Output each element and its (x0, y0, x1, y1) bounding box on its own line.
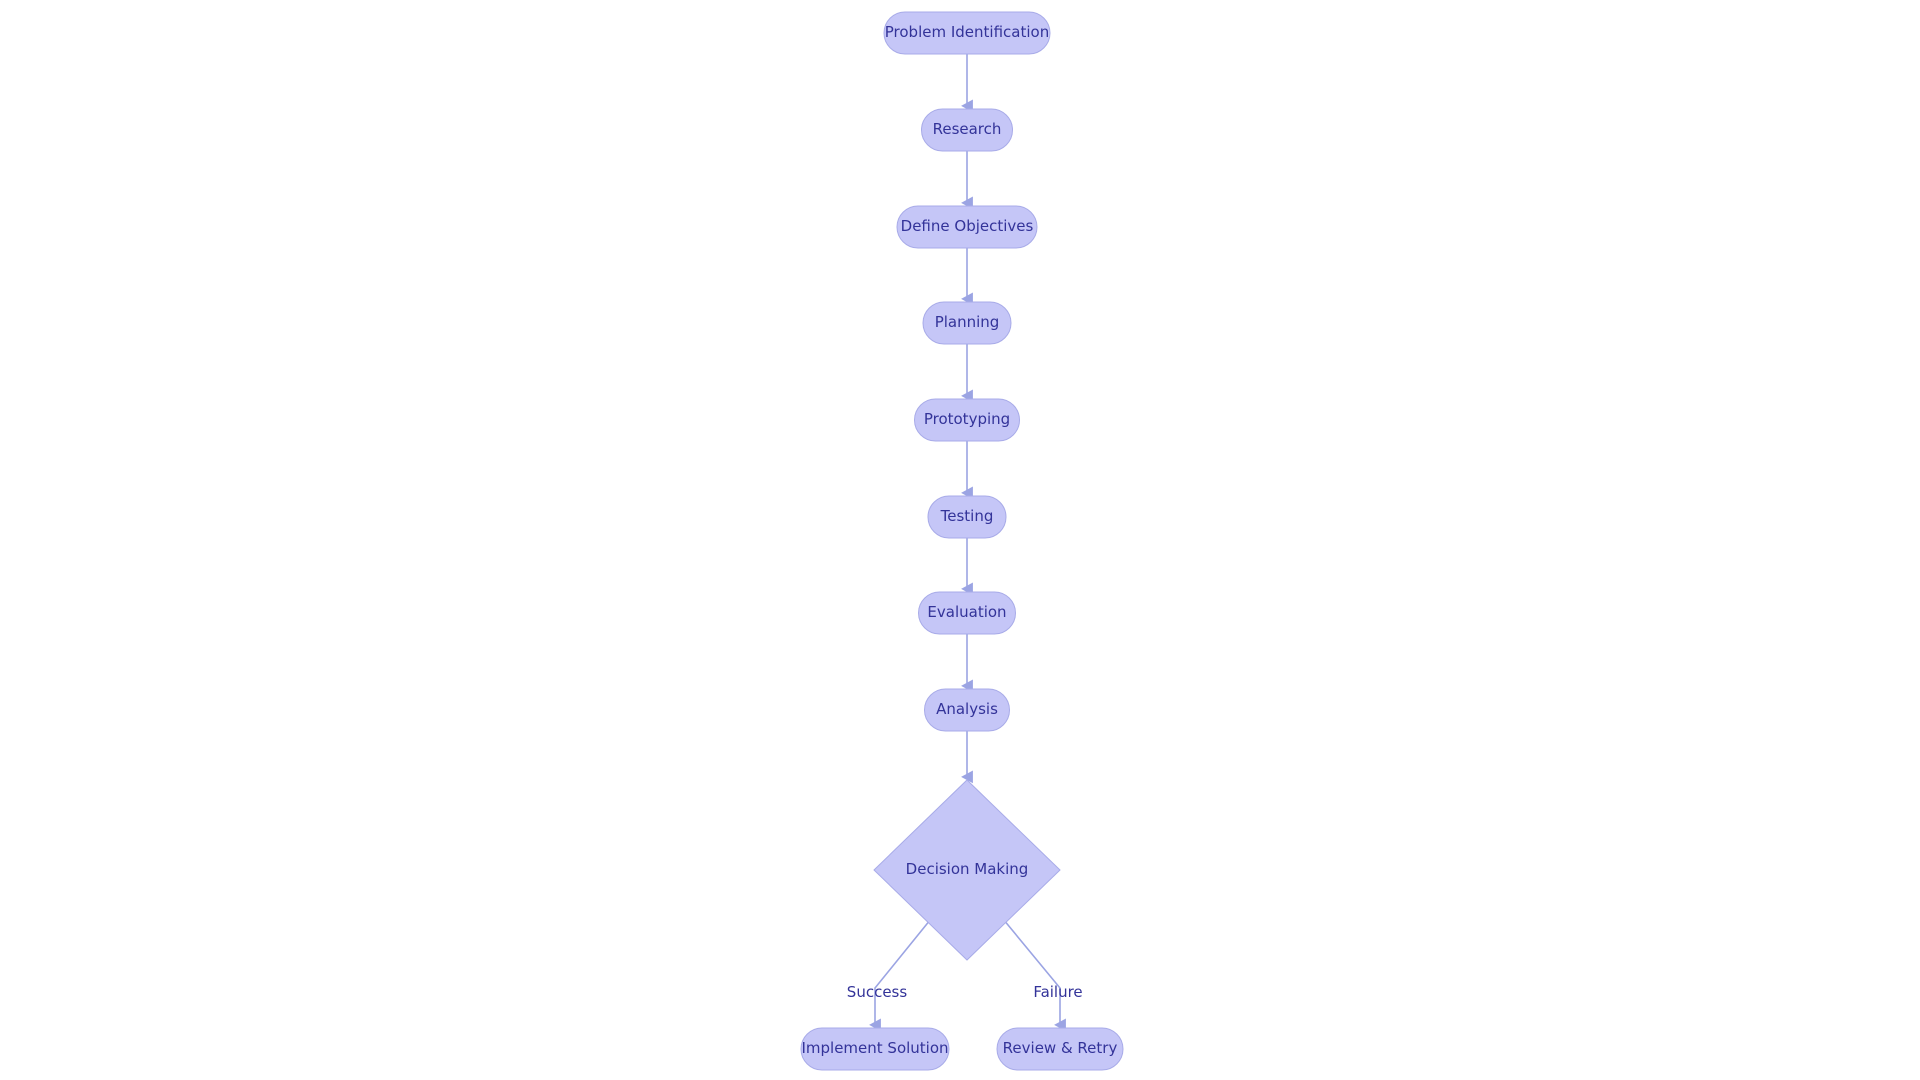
node-problem-identification-shape[interactable] (883, 11, 1051, 55)
node-testing-shape[interactable] (927, 495, 1007, 539)
nodes-layer (800, 11, 1124, 1071)
node-implement-solution-shape[interactable] (800, 1027, 950, 1071)
node-research-shape[interactable] (921, 108, 1013, 152)
node-review-retry-shape[interactable] (996, 1027, 1124, 1071)
edge-label-failure: Failure (1033, 983, 1083, 1001)
node-define-objectives-shape[interactable] (896, 205, 1038, 249)
edge-label-success: Success (846, 983, 908, 1001)
edge-decision-making-to-review-retry (1003, 919, 1066, 1032)
edge-decision-making-to-implement-solution (869, 919, 931, 1032)
node-evaluation-shape[interactable] (918, 591, 1016, 635)
flowchart-canvas: Success Failure Problem Identification Rese… (0, 0, 1920, 1080)
node-planning-shape[interactable] (922, 301, 1012, 345)
flowchart-svg (800, 11, 1124, 1071)
node-decision-making-shape[interactable] (873, 779, 1061, 961)
node-analysis-shape[interactable] (924, 688, 1010, 732)
node-prototyping-shape[interactable] (914, 398, 1020, 442)
